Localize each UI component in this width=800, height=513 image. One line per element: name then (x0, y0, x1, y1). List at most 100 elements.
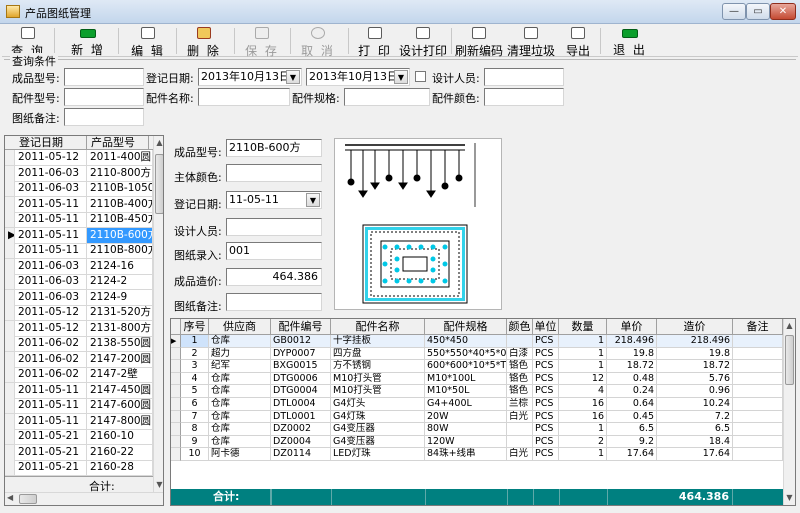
scroll-up-icon[interactable]: ▲ (154, 136, 163, 150)
remark-input[interactable] (64, 108, 144, 126)
table-row[interactable]: 2 超力 DYP0007 四方盘 550*550*40*5*0 白漆 PCS 1 19.8 19.… (171, 347, 783, 361)
col-cost[interactable]: 造价 (657, 319, 733, 335)
h-scroll-thumb[interactable] (19, 494, 37, 504)
date-enable-checkbox[interactable] (415, 71, 426, 82)
scroll-down-icon[interactable]: ▼ (154, 478, 163, 492)
col-part-no[interactable]: 配件编号 (271, 319, 331, 335)
col-reg-date[interactable]: 登记日期 (15, 136, 87, 150)
table-row[interactable]: 10 阿卡德 DZ0114 LED灯珠 84珠+线串 白光 PCS 1 17.64 17.64 (171, 448, 783, 461)
grid-vertical-scrollbar[interactable]: ▲ ▼ (783, 319, 795, 505)
detail-product-model-field[interactable]: 2110B-600方 (226, 139, 322, 157)
col-unit[interactable]: 单位 (533, 319, 559, 335)
chevron-down-icon[interactable]: ▼ (306, 193, 320, 207)
designer-input[interactable] (484, 68, 564, 86)
grid-scroll-thumb[interactable] (785, 335, 794, 385)
design-print-button[interactable]: 设计打印 (398, 26, 448, 58)
list-item[interactable]: 2011-05-11 2147-800圆 (5, 413, 153, 430)
list-cell-date: 2011-06-03 (15, 181, 87, 197)
scroll-thumb[interactable] (155, 154, 163, 214)
cell-supplier: 仓库 (209, 435, 271, 449)
chevron-down-icon[interactable]: ▼ (394, 70, 408, 84)
row-indicator (5, 243, 15, 259)
delete-button[interactable]: 删 除 (182, 26, 226, 58)
detail-remark-field[interactable] (226, 293, 322, 311)
maximize-button[interactable]: ▭ (746, 3, 770, 20)
col-unit-price[interactable]: 单价 (607, 319, 657, 335)
scroll-left-icon[interactable]: ◀ (7, 493, 13, 502)
list-vertical-scrollbar[interactable]: ▲ ▼ (153, 136, 163, 492)
list-item[interactable]: 2011-06-03 2124-16 (5, 258, 153, 275)
clean-trash-button[interactable]: 清理垃圾 (506, 26, 556, 58)
list-horizontal-scrollbar[interactable]: ◀ (5, 492, 163, 505)
col-remark[interactable]: 备注 (733, 319, 783, 335)
cancel-button[interactable]: 取 消 (296, 26, 340, 58)
list-item[interactable]: 2011-05-12 2131-800方 (5, 320, 153, 337)
list-item[interactable]: 2011-05-21 2160-10 (5, 429, 153, 445)
table-row[interactable]: 6 仓库 DTL0004 G4灯头 G4+400L 兰棕 PCS 16 0.64 10.24 (171, 398, 783, 411)
exit-button[interactable]: 退 出 (610, 26, 650, 57)
list-item[interactable]: 2011-05-12 2011-400圆 (5, 150, 153, 166)
product-model-input[interactable] (64, 68, 144, 86)
col-part-name[interactable]: 配件名称 (331, 319, 425, 335)
list-item[interactable]: 2011-06-02 2138-550圆 (5, 336, 153, 352)
table-row[interactable]: 5 仓库 DTG0004 M10打头管 M10*50L 铬色 PCS 4 0.24 0.96 (171, 385, 783, 398)
minimize-button[interactable]: — (722, 3, 746, 20)
list-item[interactable]: 2011-05-21 2160-22 (5, 444, 153, 461)
date-from-picker[interactable]: 2013年10月13日 ▼ (198, 68, 302, 86)
list-cell-model: 2110-800方 (87, 165, 153, 182)
detail-main-color-field[interactable] (226, 164, 322, 182)
list-item[interactable]: 2011-05-12 2131-520方 (5, 305, 153, 321)
query-button[interactable]: 查 询 (8, 26, 48, 58)
col-color[interactable]: 颜色 (507, 319, 533, 335)
list-item[interactable]: 2011-05-11 2110B-400方 (5, 196, 153, 213)
chevron-down-icon[interactable]: ▼ (286, 70, 300, 84)
list-item[interactable]: 2011-05-21 2160-28 (5, 460, 153, 476)
cell-part-name: 方不锈钢 (331, 360, 425, 373)
list-item[interactable]: 2011-05-11 2147-600圆 (5, 398, 153, 414)
list-item[interactable]: 2011-06-02 2147-2壁 (5, 367, 153, 383)
col-spec[interactable]: 配件规格 (425, 319, 507, 335)
detail-designer-field[interactable] (226, 218, 322, 236)
table-row[interactable]: 3 纪军 BXG0015 方不锈钢 600*600*10*5*T 铬色 PCS 1 18.72 1… (171, 360, 783, 373)
close-button[interactable]: ✕ (770, 3, 796, 20)
col-supplier[interactable]: 供应商 (209, 319, 271, 335)
cell-unit-price: 6.5 (607, 423, 657, 436)
detail-cost-field[interactable]: 464.386 (226, 268, 322, 286)
col-product-model[interactable]: 产品型号 (87, 136, 149, 150)
col-seq[interactable]: 序号 (181, 319, 209, 335)
part-name-input[interactable] (198, 88, 290, 106)
print-button[interactable]: 打 印 (354, 26, 396, 58)
scroll-down-icon[interactable]: ▼ (784, 491, 795, 505)
add-button[interactable]: 新 增 (66, 26, 110, 57)
table-row[interactable]: 7 仓库 DTL0001 G4灯珠 20W 白光 PCS 16 0.45 7.2 (171, 410, 783, 424)
list-item[interactable]: 2011-06-03 2110B-1050 (5, 181, 153, 197)
edit-button[interactable]: 编 辑 (126, 26, 170, 58)
list-item[interactable]: 2011-05-11 2147-450圆 (5, 382, 153, 399)
save-button[interactable]: 保 存 (240, 26, 284, 58)
table-row[interactable]: ▶ 1 仓库 GB0012 十字挂板 450*450 PCS 1 218.496 218.496 (171, 335, 783, 348)
row-indicator (5, 196, 15, 213)
refresh-code-button[interactable]: 刷新编码 (454, 26, 504, 58)
remark-label: 图纸备注: (12, 112, 60, 125)
list-cell-date: 2011-05-21 (15, 444, 87, 461)
part-color-input[interactable] (484, 88, 564, 106)
cell-cost: 0.96 (657, 385, 733, 398)
part-model-input[interactable] (64, 88, 144, 106)
list-item[interactable]: ▶2011-05-112110B-600方 (5, 227, 153, 244)
table-row[interactable]: 4 仓库 DTG0006 M10打头管 M10*100L 铬色 PCS 12 0.48 5.76 (171, 372, 783, 386)
date-to-picker[interactable]: 2013年10月13日 ▼ (306, 68, 410, 86)
part-spec-input[interactable] (344, 88, 430, 106)
table-row[interactable]: 9 仓库 DZ0004 G4变压器 120W PCS 2 9.2 18.4 (171, 435, 783, 449)
list-item[interactable]: 2011-06-02 2147-200圆 (5, 351, 153, 368)
col-qty[interactable]: 数量 (559, 319, 607, 335)
list-item[interactable]: 2011-06-03 2124-2 (5, 274, 153, 290)
detail-reg-date-picker[interactable]: 11-05-11 ▼ (226, 191, 322, 209)
scroll-up-icon[interactable]: ▲ (784, 319, 795, 333)
table-row[interactable]: 8 仓库 DZ0002 G4变压器 80W PCS 1 6.5 6.5 (171, 423, 783, 436)
list-item[interactable]: 2011-06-03 2110-800方 (5, 165, 153, 182)
list-item[interactable]: 2011-05-11 2110B-450方 (5, 212, 153, 228)
export-button[interactable]: 导出 (562, 26, 594, 58)
detail-drawing-entry-field[interactable]: 001 (226, 242, 322, 260)
list-item[interactable]: 2011-05-11 2110B-800方 (5, 243, 153, 259)
list-item[interactable]: 2011-06-03 2124-9 (5, 289, 153, 306)
